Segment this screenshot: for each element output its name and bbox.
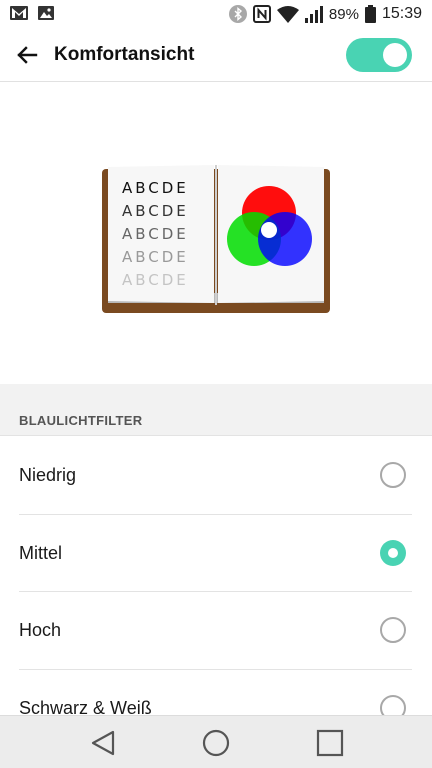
recents-square-icon[interactable] [315,728,345,758]
option-label: Niedrig [19,465,77,485]
signal-icon [304,5,323,23]
navigation-bar [0,715,432,768]
arrow-left-icon [17,46,38,64]
toggle-knob [383,43,407,67]
book-illustration: ABCDE ABCDE ABCDE ABCDE ABCDE [102,165,330,313]
home-circle-icon[interactable] [201,728,231,758]
option-label: Hoch [19,620,62,640]
back-triangle-icon[interactable] [88,728,118,758]
letter-row-3: ABCDE [122,225,189,243]
option-niedrig[interactable]: Niedrig [0,437,432,515]
letter-row-2: ABCDE [122,202,189,220]
letter-row-5: ABCDE [122,271,189,289]
battery-icon [364,5,376,23]
system-status: 89% 15:39 [228,5,422,23]
letter-row-1: ABCDE [122,179,189,197]
clock: 15:39 [381,5,422,22]
letter-row-4: ABCDE [122,248,189,266]
blue-light-filter-header: BLAULICHTFILTER [19,413,143,428]
status-bar: 89% 15:39 [0,0,432,30]
back-button[interactable] [12,40,42,70]
wifi-icon [276,5,299,23]
radio-button-selected[interactable] [380,539,406,566]
gmail-icon [10,6,28,20]
bluetooth-icon [228,5,247,23]
comfort-view-illustration: ABCDE ABCDE ABCDE ABCDE ABCDE [0,83,432,383]
filter-options-list: Niedrig Mittel Hoch Schwarz & Weiß [0,437,432,747]
option-hoch[interactable]: Hoch [0,592,432,670]
nfc-icon [252,5,271,23]
section-header: BLAULICHTFILTER [0,384,432,436]
page-title: Komfortansicht [54,44,195,65]
radio-button[interactable] [380,617,406,643]
app-bar: Komfortansicht [0,30,432,82]
gallery-icon [38,6,54,20]
option-label: Mittel [19,542,63,563]
notification-icons [10,6,54,20]
battery-percent: 89% [328,5,359,23]
comfort-view-toggle[interactable] [346,38,412,72]
option-mittel[interactable]: Mittel [0,515,432,592]
radio-button[interactable] [380,462,406,488]
